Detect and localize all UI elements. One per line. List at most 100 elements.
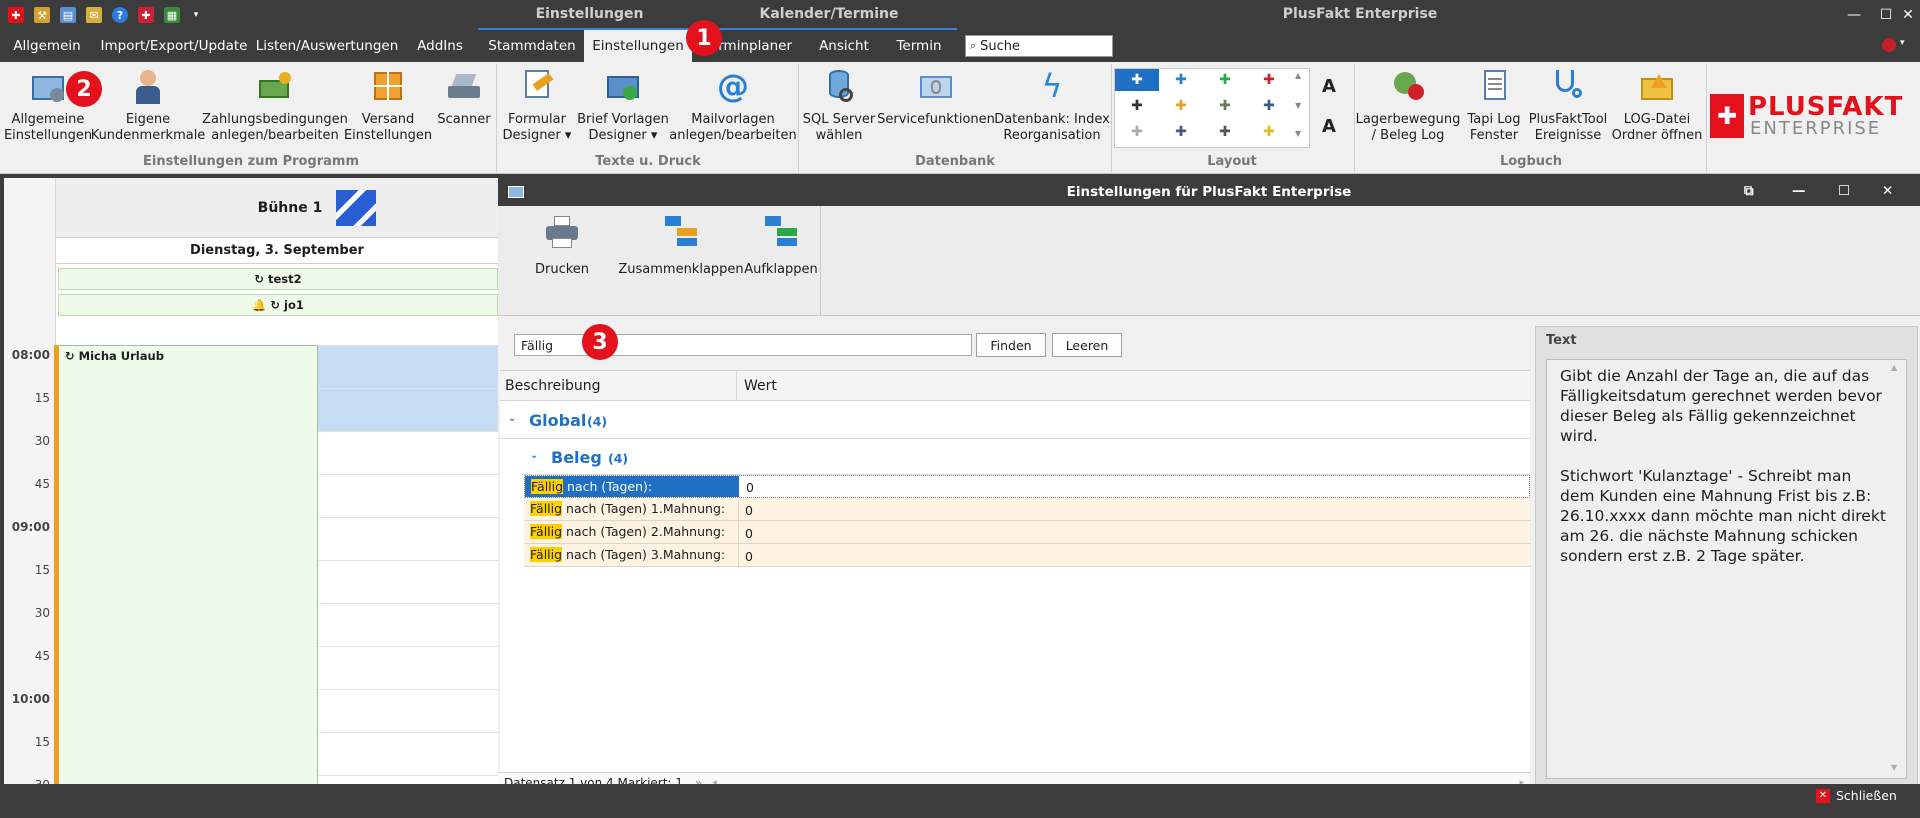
sql-server-button[interactable]: SQL Server wählen xyxy=(802,68,876,144)
column-header-wert[interactable]: Wert xyxy=(744,378,777,394)
tab-einstellungen[interactable]: Einstellungen xyxy=(584,30,692,62)
gallery-scroll-down-icon[interactable]: ▼ xyxy=(1295,101,1301,110)
layout-style-3[interactable]: ✚ xyxy=(1203,69,1247,91)
schliessen-button[interactable]: ✕ Schließen xyxy=(1816,788,1897,803)
allday-event-label: test2 xyxy=(267,272,302,286)
plus-icon[interactable]: ✚ xyxy=(138,7,154,23)
layout-style-6[interactable]: ✚ xyxy=(1159,95,1203,117)
toolbar-separator xyxy=(820,206,821,316)
dialog-close-icon[interactable]: ✕ xyxy=(1882,183,1893,199)
tab-import-export[interactable]: Import/Export/Update xyxy=(94,30,254,62)
tab-allgemein[interactable]: Allgemein xyxy=(0,30,94,62)
grid-row[interactable]: Fällig nach (Tagen) 3.Mahnung: 0 xyxy=(524,544,1530,567)
row-value[interactable]: 0 xyxy=(745,503,753,518)
layout-style-11[interactable]: ✚ xyxy=(1203,121,1247,143)
group-row-global[interactable]: ⌄ Global (4) xyxy=(500,402,1530,439)
mailvorlagen-button[interactable]: @ Mailvorlagen anlegen/bearbeiten xyxy=(669,68,796,144)
layout-style-1[interactable]: ✚ xyxy=(1115,69,1159,91)
tab-stammdaten[interactable]: Stammdaten xyxy=(480,30,584,62)
formular-designer-button[interactable]: Formular Designer ▾ xyxy=(500,68,574,144)
dialog-restore-icon[interactable]: ⧉ xyxy=(1744,183,1754,199)
context-tab-settings[interactable]: Einstellungen xyxy=(478,0,701,30)
app-icon[interactable]: ✚ xyxy=(8,7,24,23)
layout-gallery[interactable]: ✚ ✚ ✚ ✚ ✚ ✚ ✚ ✚ ✚ ✚ ✚ ✚ ▲ ▼ ▼ xyxy=(1114,68,1310,148)
dialog-maximize-icon[interactable]: ☐ xyxy=(1838,183,1850,199)
column-divider xyxy=(736,371,737,401)
layout-style-8[interactable]: ✚ xyxy=(1247,95,1291,117)
tab-listen[interactable]: Listen/Auswertungen xyxy=(254,30,400,62)
group-separator xyxy=(496,64,497,172)
drucken-button[interactable]: Drucken xyxy=(532,214,592,277)
finden-button[interactable]: Finden xyxy=(976,333,1046,357)
dialog-toolbar: Drucken Zusammenklappen Aufklappen xyxy=(498,206,1920,316)
chevron-down-icon[interactable]: ⌄ xyxy=(508,413,516,424)
group-row-beleg[interactable]: ⌄ Beleg (4) xyxy=(522,439,1530,475)
zahlungsbedingungen-button[interactable]: Zahlungsbedingungen anlegen/bearbeiten xyxy=(202,68,348,144)
tapi-log-button[interactable]: Tapi Log Fenster xyxy=(1460,68,1528,144)
font-decrease-icon[interactable]: A xyxy=(1322,116,1336,137)
datenbank-index-button[interactable]: ϟ Datenbank: Index Reorganisation xyxy=(994,68,1110,144)
gallery-scroll-up-icon[interactable]: ▲ xyxy=(1295,71,1301,80)
column-header-beschreibung[interactable]: Beschreibung xyxy=(505,378,601,394)
row-value[interactable]: 0 xyxy=(745,526,753,541)
layout-style-7[interactable]: ✚ xyxy=(1203,95,1247,117)
time-label: 15 xyxy=(34,735,50,749)
logo-text-enterprise: ENTERPRISE xyxy=(1750,118,1882,139)
brief-vorlagen-button[interactable]: Brief Vorlagen Designer ▾ xyxy=(577,68,669,144)
text-scroll-up-icon[interactable]: ▲ xyxy=(1891,363,1897,372)
zusammenklappen-button[interactable]: Zusammenklappen xyxy=(618,214,744,277)
context-tab-calendar[interactable]: Kalender/Termine xyxy=(701,0,957,30)
allday-event-test2[interactable]: ↻ test2 xyxy=(58,268,498,290)
font-increase-icon[interactable]: A xyxy=(1322,76,1336,97)
layout-style-10[interactable]: ✚ xyxy=(1159,121,1203,143)
chevron-down-icon[interactable]: ⌄ xyxy=(530,450,538,461)
group-label-layout: Layout xyxy=(1207,154,1257,169)
help-icon[interactable]: ? xyxy=(112,7,128,23)
tab-termin[interactable]: Termin xyxy=(884,30,954,62)
kundenmerkmale-button[interactable]: Eigene Kundenmerkmale xyxy=(91,68,205,144)
row-value[interactable]: 0 xyxy=(745,549,753,564)
layout-style-9[interactable]: ✚ xyxy=(1115,121,1159,143)
mail-icon[interactable]: ✉ xyxy=(86,7,102,23)
tab-ansicht[interactable]: Ansicht xyxy=(804,30,884,62)
group-label: Beleg xyxy=(551,448,602,467)
log-datei-ordner-button[interactable]: LOG-Datei Ordner öffnen xyxy=(1612,68,1702,144)
dialog-minimize-icon[interactable]: — xyxy=(1792,183,1806,199)
grid-row[interactable]: Fällig nach (Tagen) 1.Mahnung: 0 xyxy=(524,498,1530,521)
tab-addins[interactable]: AddIns xyxy=(400,30,480,62)
servicefunktionen-button[interactable]: Servicefunktionen xyxy=(877,68,995,128)
plusfakttool-button[interactable]: PlusFaktTool Ereignisse xyxy=(1526,68,1610,144)
grid-row[interactable]: Fällig nach (Tagen) 2.Mahnung: 0 xyxy=(524,521,1530,544)
layout-style-5[interactable]: ✚ xyxy=(1115,95,1159,117)
window-icon[interactable]: ▤ xyxy=(60,7,76,23)
calendar-view: Bühne 1 Dienstag, 3. September ↻ test2 🔔… xyxy=(4,178,498,809)
user-dropdown-icon[interactable]: ▾ xyxy=(1900,38,1905,48)
event-micha-urlaub[interactable]: ↻ Micha Urlaub xyxy=(54,345,318,809)
group-separator xyxy=(798,64,799,172)
scanner-button[interactable]: Scanner xyxy=(434,68,494,128)
layout-style-12[interactable]: ✚ xyxy=(1247,121,1291,143)
leeren-button[interactable]: Leeren xyxy=(1052,333,1122,357)
app-title: PlusFakt Enterprise xyxy=(1282,6,1438,22)
close-icon[interactable]: ✕ xyxy=(1893,5,1920,25)
grid-row[interactable]: Fällig nach (Tagen): 0 xyxy=(524,475,1530,498)
row-description: Fällig nach (Tagen) 1.Mahnung: xyxy=(530,501,726,516)
layout-style-4[interactable]: ✚ xyxy=(1247,69,1291,91)
layout-style-2[interactable]: ✚ xyxy=(1159,69,1203,91)
allday-event-jo1[interactable]: 🔔 ↻ jo1 xyxy=(58,294,498,316)
minimize-icon[interactable]: — xyxy=(1839,5,1869,25)
tools-icon[interactable]: ⚒ xyxy=(34,7,50,23)
text-scroll-down-icon[interactable]: ▼ xyxy=(1891,763,1897,772)
lagerbewegung-log-button[interactable]: Lagerbewegung / Beleg Log xyxy=(1356,68,1460,144)
qat-dropdown-icon[interactable]: ▾ xyxy=(188,7,204,23)
user-icon[interactable] xyxy=(1882,38,1896,52)
gallery-expand-icon[interactable]: ▼ xyxy=(1295,129,1301,138)
search-input[interactable]: ⌕ Suche xyxy=(965,35,1113,57)
row-value[interactable]: 0 xyxy=(746,480,754,495)
group-count: (4) xyxy=(587,414,608,429)
group-label-logbuch: Logbuch xyxy=(1499,154,1563,169)
time-label: 45 xyxy=(34,649,50,663)
calendar-icon[interactable]: ▦ xyxy=(164,7,180,23)
versand-einstellungen-button[interactable]: Versand Einstellungen xyxy=(344,68,432,144)
aufklappen-button[interactable]: Aufklappen xyxy=(742,214,820,277)
